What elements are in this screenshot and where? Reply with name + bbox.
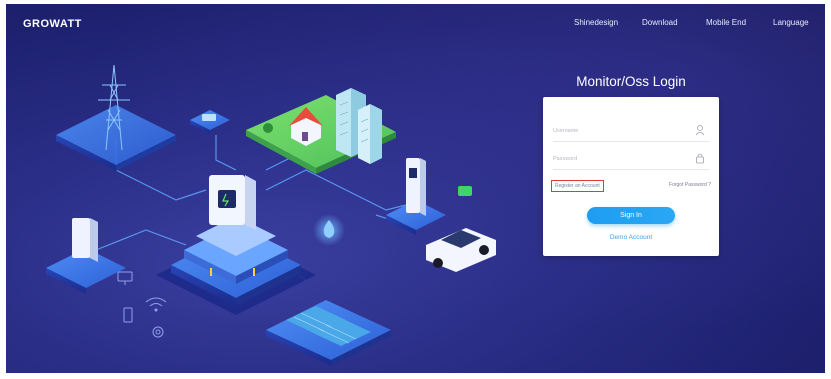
top-navigation-bar: GROWATT Shinedesign Download Mobile End … [6, 4, 825, 40]
username-input[interactable] [553, 123, 683, 139]
password-field [553, 147, 709, 170]
monitor-icon [117, 271, 133, 285]
login-page: GROWATT Shinedesign Download Mobile End … [6, 4, 825, 373]
nav-language[interactable]: Language [773, 18, 809, 27]
nav-download[interactable]: Download [642, 18, 678, 27]
car-icon [426, 228, 496, 272]
username-field [553, 119, 709, 142]
login-form-card: Register an Account Forgot Password ? Si… [543, 97, 719, 256]
solar-panel-icon [266, 300, 391, 366]
forgot-password-link[interactable]: Forgot Password ? [669, 182, 711, 188]
inverter-icon [156, 175, 316, 315]
demo-account-link[interactable]: Demo Account [543, 234, 719, 241]
sign-in-button[interactable]: Sign In [587, 207, 675, 224]
nav-mobile-end[interactable]: Mobile End [706, 18, 746, 27]
energy-ecosystem-illustration [46, 64, 496, 366]
cloud-icon [313, 214, 345, 246]
battery-icon [46, 218, 126, 294]
router-icon [190, 110, 230, 134]
login-title: Monitor/Oss Login [576, 74, 686, 89]
nav-shinedesign[interactable]: Shinedesign [574, 18, 618, 27]
phone-icon [123, 307, 133, 323]
password-input[interactable] [553, 151, 683, 167]
lock-icon [696, 153, 704, 164]
user-icon [695, 125, 705, 136]
power-tower-icon [56, 64, 176, 171]
ev-charger-icon [386, 158, 472, 235]
building-icon [336, 88, 382, 164]
register-account-link[interactable]: Register an Account [551, 180, 604, 192]
wifi-icon [145, 297, 167, 312]
growatt-logo[interactable]: GROWATT [23, 18, 82, 30]
gear-icon [152, 326, 164, 338]
